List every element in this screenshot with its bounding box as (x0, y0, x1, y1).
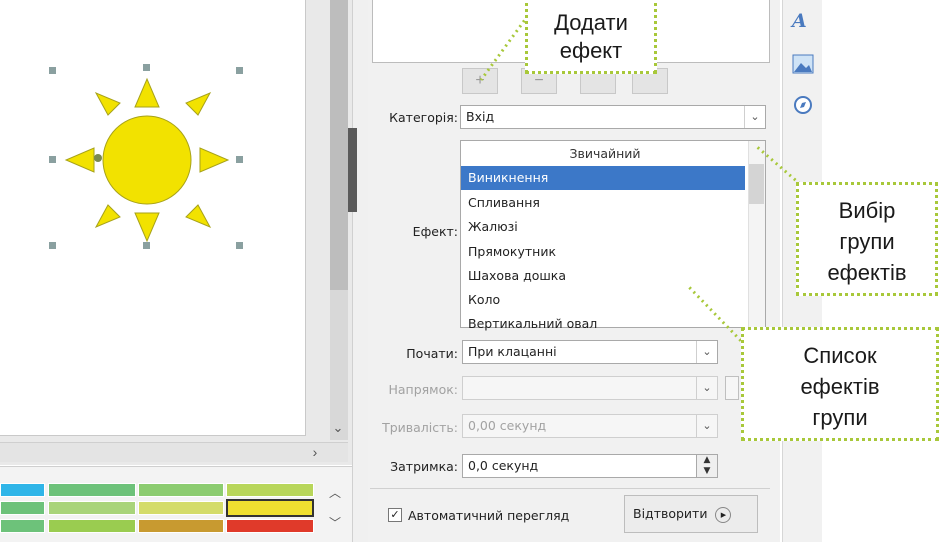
callout-add-effect: Додати ефект (525, 0, 657, 74)
callout-line: Вибір (838, 198, 896, 223)
callout-effects-list: Список ефектів групи (741, 327, 939, 441)
callout-line: Список (803, 343, 877, 368)
callout-group-select: Вибір групи ефектів (796, 182, 938, 296)
callout-line: групи (812, 405, 868, 430)
callout-line: ефектів (800, 374, 880, 399)
callout-line: ефектів (827, 260, 907, 285)
callout-line: групи (839, 229, 895, 254)
callout-line: Додати (554, 10, 628, 35)
callout-line: ефект (559, 38, 623, 63)
